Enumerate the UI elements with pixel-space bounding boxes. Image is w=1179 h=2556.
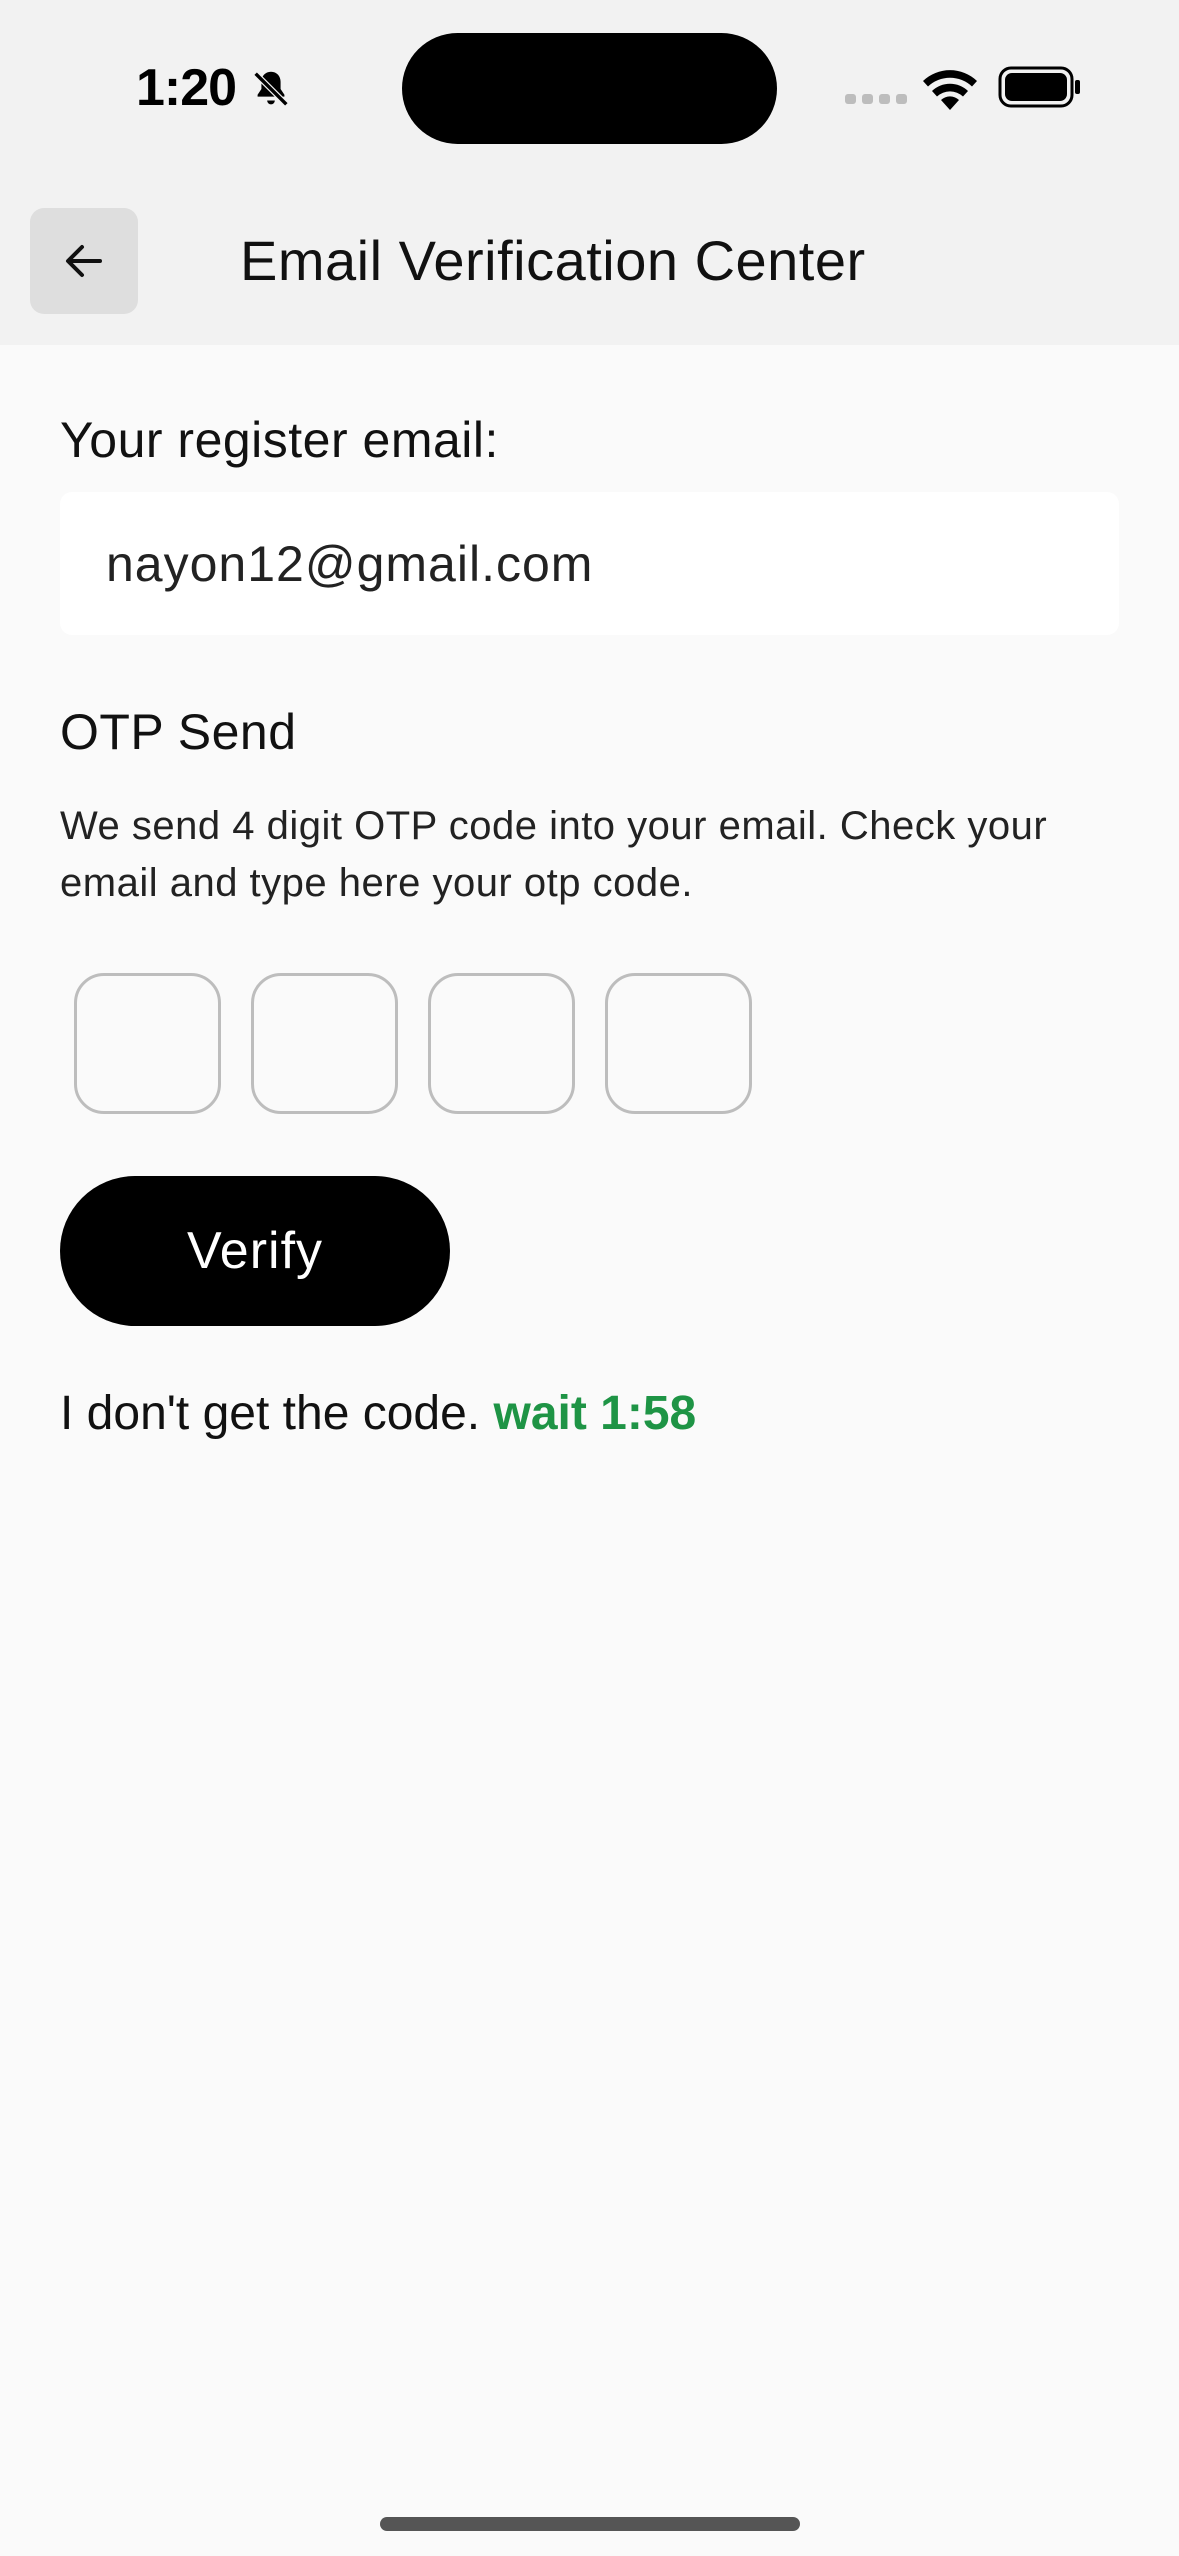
- dynamic-island: [402, 33, 777, 144]
- arrow-left-icon: [66, 245, 102, 277]
- otp-description: We send 4 digit OTP code into your email…: [60, 804, 1048, 905]
- battery-icon: [998, 66, 1080, 108]
- otp-digit-2[interactable]: [251, 973, 398, 1114]
- bell-muted-icon: [253, 71, 289, 107]
- resend-row: I don't get the code. wait 1:58: [60, 1382, 696, 1446]
- home-indicator[interactable]: [380, 2517, 800, 2531]
- status-time: 1:20: [136, 59, 237, 117]
- verify-button[interactable]: Verify: [60, 1176, 450, 1326]
- otp-digit-3[interactable]: [428, 973, 575, 1114]
- back-button[interactable]: [30, 208, 138, 314]
- otp-heading: OTP Send: [60, 704, 297, 760]
- page-title: Email Verification Center: [240, 229, 866, 292]
- otp-digit-1[interactable]: [74, 973, 221, 1114]
- resend-text: I don't get the code.: [60, 1387, 481, 1440]
- email-label: Your register email:: [60, 412, 499, 468]
- resend-timer[interactable]: wait 1:58: [493, 1387, 696, 1440]
- email-field[interactable]: nayon12@gmail.com: [60, 492, 1119, 635]
- otp-digit-4[interactable]: [605, 973, 752, 1114]
- cellular-signal-icon: [845, 94, 907, 104]
- email-value: nayon12@gmail.com: [106, 535, 594, 592]
- wifi-icon: [923, 70, 977, 110]
